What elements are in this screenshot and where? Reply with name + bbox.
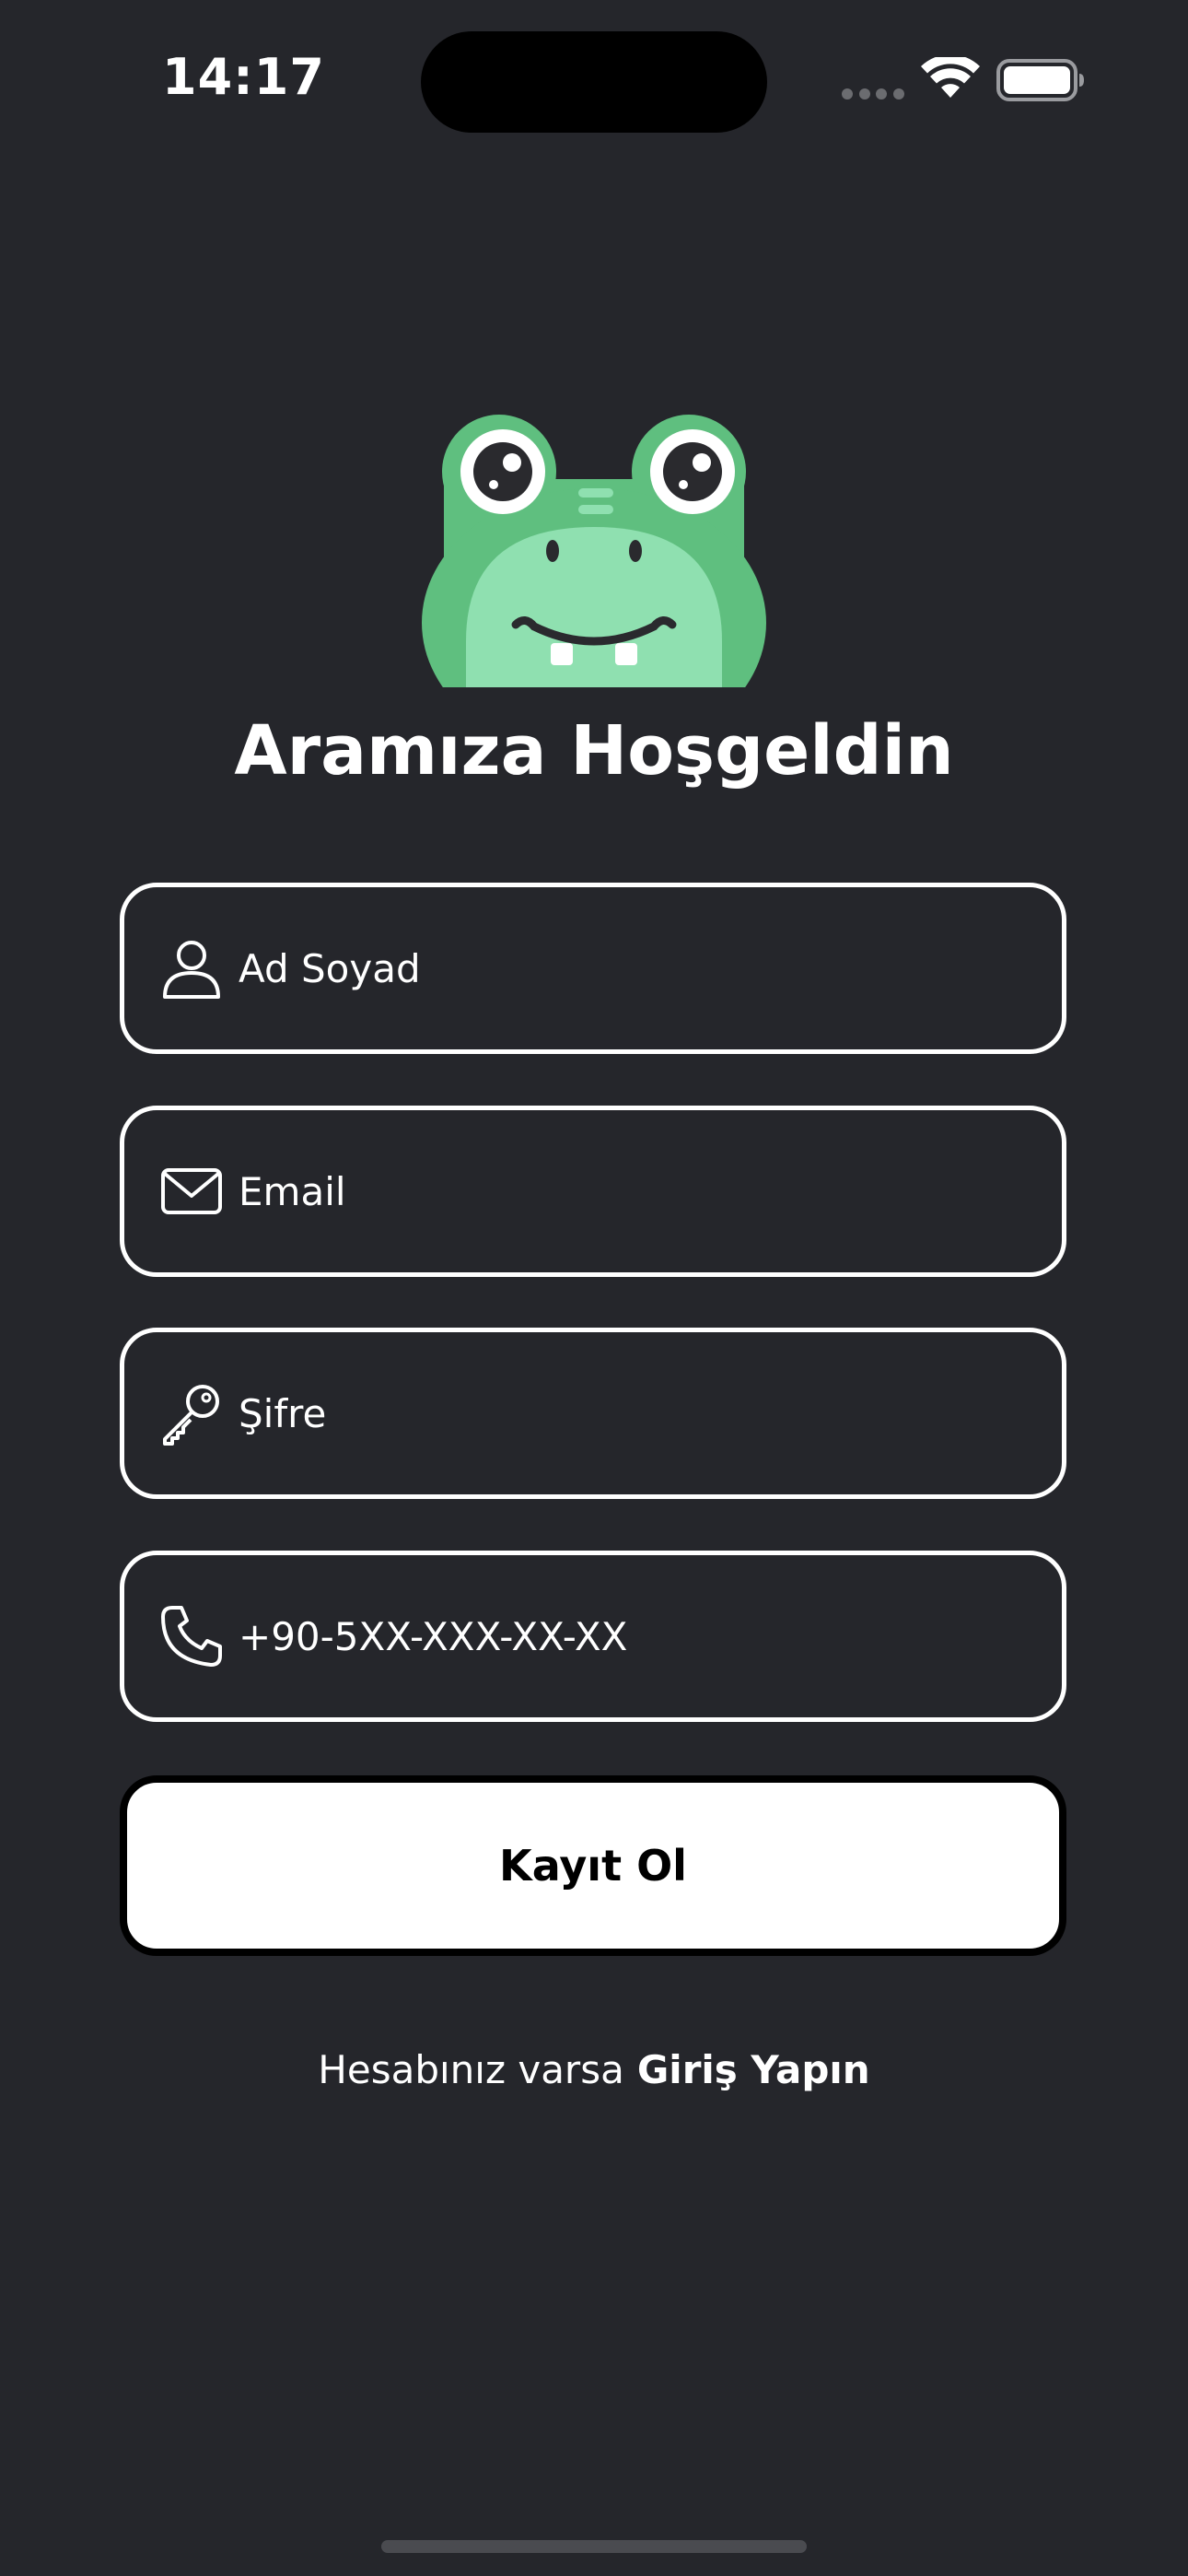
name-input[interactable] <box>239 887 1034 1049</box>
dynamic-island <box>421 31 767 133</box>
key-icon <box>163 1385 219 1446</box>
wifi-icon <box>921 57 980 98</box>
cellular-signal-icon <box>842 88 904 100</box>
person-icon <box>163 941 220 999</box>
phone-input[interactable] <box>239 1555 1034 1717</box>
name-field[interactable] <box>120 883 1066 1054</box>
email-input[interactable] <box>239 1110 1034 1272</box>
password-input[interactable] <box>239 1332 1034 1494</box>
login-prompt-text: Hesabınız varsa <box>318 2047 624 2092</box>
phone-field[interactable] <box>120 1551 1066 1722</box>
phone-icon <box>161 1606 222 1667</box>
password-field[interactable] <box>120 1328 1066 1499</box>
login-link[interactable]: Giriş Yapın <box>637 2047 870 2092</box>
register-button-label: Kayıt Ol <box>499 1841 687 1891</box>
login-prompt: Hesabınız varsa Giriş Yapın <box>0 2047 1188 2092</box>
battery-icon <box>996 59 1084 101</box>
register-screen: 14:17 Aramıza Hoşgeldin Ad Soyad Email +… <box>0 0 1188 2576</box>
envelope-icon <box>161 1168 222 1214</box>
home-indicator[interactable] <box>381 2540 807 2553</box>
frog-mascot-logo <box>422 415 766 706</box>
status-time: 14:17 <box>162 48 325 106</box>
register-button[interactable]: Kayıt Ol <box>120 1775 1066 1956</box>
page-title: Aramıza Hoşgeldin <box>234 711 954 790</box>
email-field[interactable] <box>120 1106 1066 1277</box>
